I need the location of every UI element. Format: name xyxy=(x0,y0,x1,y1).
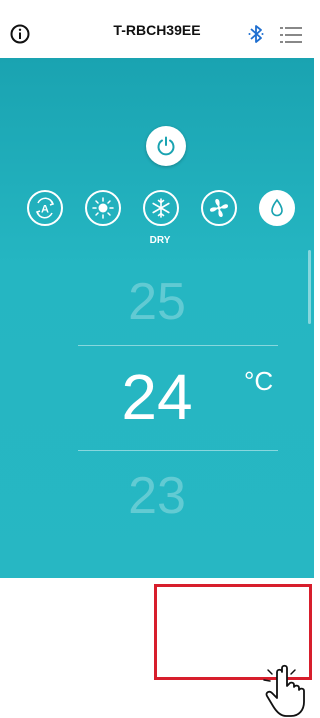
fan-speed-panel[interactable]: Fan Speed xyxy=(10,588,150,676)
fan-speed-label: Fan Speed xyxy=(14,592,49,599)
fan-speed-bars-icon xyxy=(58,626,108,655)
divider-top xyxy=(78,345,278,346)
fan-icon xyxy=(210,199,228,217)
temperature-below[interactable]: 23 xyxy=(0,466,314,526)
mode-fan-button[interactable] xyxy=(201,190,237,226)
mode-auto-button[interactable]: A xyxy=(27,190,63,226)
pointing-hand-icon xyxy=(263,664,305,717)
scrollbar[interactable] xyxy=(308,250,311,324)
mode-dry-button[interactable] xyxy=(259,190,295,226)
svg-text:A: A xyxy=(41,204,49,216)
temperature-above[interactable]: 25 xyxy=(0,272,314,332)
snowflake-icon xyxy=(152,198,170,218)
bluetooth-icon[interactable] xyxy=(248,24,264,44)
sun-icon xyxy=(92,197,114,219)
temperature-unit: °C xyxy=(244,366,274,396)
list-menu-icon[interactable] xyxy=(280,26,302,44)
mode-cool-button[interactable] xyxy=(143,190,179,226)
selected-mode-label: DRY xyxy=(149,235,171,246)
droplet-icon xyxy=(271,198,283,217)
top-bar: T-RBCH39EE xyxy=(0,0,314,58)
power-button[interactable] xyxy=(146,126,186,166)
device-title: T-RBCH39EE xyxy=(113,22,201,38)
auto-mode-icon: A xyxy=(35,197,55,219)
divider-bottom xyxy=(78,450,278,451)
power-icon xyxy=(157,136,175,156)
mode-heat-button[interactable] xyxy=(85,190,121,226)
